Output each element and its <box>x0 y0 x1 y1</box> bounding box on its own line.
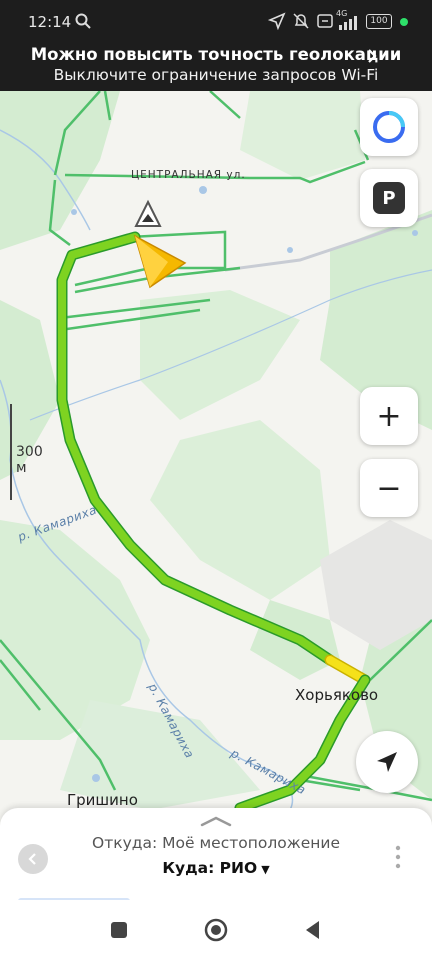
dropdown-caret-icon: ▼ <box>261 863 270 876</box>
scale-bar <box>10 404 12 500</box>
clock: 12:14 <box>28 13 72 31</box>
place-label-grishino: Гришино <box>67 791 138 809</box>
geolocation-accuracy-banner[interactable]: Можно повысить точность геолокации Выклю… <box>0 44 432 91</box>
my-location-button[interactable] <box>356 731 418 793</box>
battery-icon: 100 <box>366 14 392 29</box>
home-icon[interactable] <box>204 918 228 942</box>
map-view[interactable]: ЦЕНТРАЛЬНАЯ ул. Хорьяково Гришино р. Кам… <box>0 91 432 851</box>
alice-icon <box>373 111 405 143</box>
location-arrow-icon <box>268 12 286 30</box>
parking-icon: P <box>373 182 405 214</box>
top-bar: 12:14 4G 100 Можно повысить точность гео… <box>0 0 432 91</box>
route-to-label: Куда: РИО <box>162 859 258 877</box>
screen: ЦЕНТРАЛЬНАЯ ул. Хорьяково Гришино р. Кам… <box>0 0 432 960</box>
back-nav-icon[interactable] <box>301 918 325 942</box>
street-label: ЦЕНТРАЛЬНАЯ ул. <box>131 169 246 181</box>
drag-handle-icon[interactable] <box>200 814 232 828</box>
route-to[interactable]: Куда: РИО ▼ <box>60 859 372 877</box>
banner-subtitle: Выключите ограничение запросов Wi-Fi <box>53 66 379 84</box>
route-card[interactable]: Откуда: Моё местоположение Куда: РИО ▼ <box>0 808 432 904</box>
parking-button[interactable]: P <box>360 169 418 227</box>
chevron-left-icon <box>28 853 36 865</box>
data-saver-icon <box>317 14 333 28</box>
zoom-out-button[interactable]: − <box>360 459 418 517</box>
place-label-khoryakovo: Хорьяково <box>295 686 379 704</box>
status-bar: 12:14 4G 100 <box>0 0 432 44</box>
system-nav-bar <box>0 900 432 960</box>
recent-apps-icon[interactable] <box>107 918 131 942</box>
back-button[interactable] <box>18 844 48 874</box>
chevron-right-icon <box>368 49 377 63</box>
bell-muted-icon <box>293 13 309 29</box>
scale-label: 300 м <box>16 444 43 476</box>
navigation-arrow-icon <box>377 752 397 772</box>
zoom-in-button[interactable]: + <box>360 387 418 445</box>
search-icon <box>75 13 91 29</box>
signal-icon <box>339 16 357 30</box>
green-dot-indicator <box>400 18 408 26</box>
alice-assistant-button[interactable] <box>360 98 418 156</box>
more-options-icon[interactable] <box>388 842 408 872</box>
route-from[interactable]: Откуда: Моё местоположение <box>60 834 372 852</box>
